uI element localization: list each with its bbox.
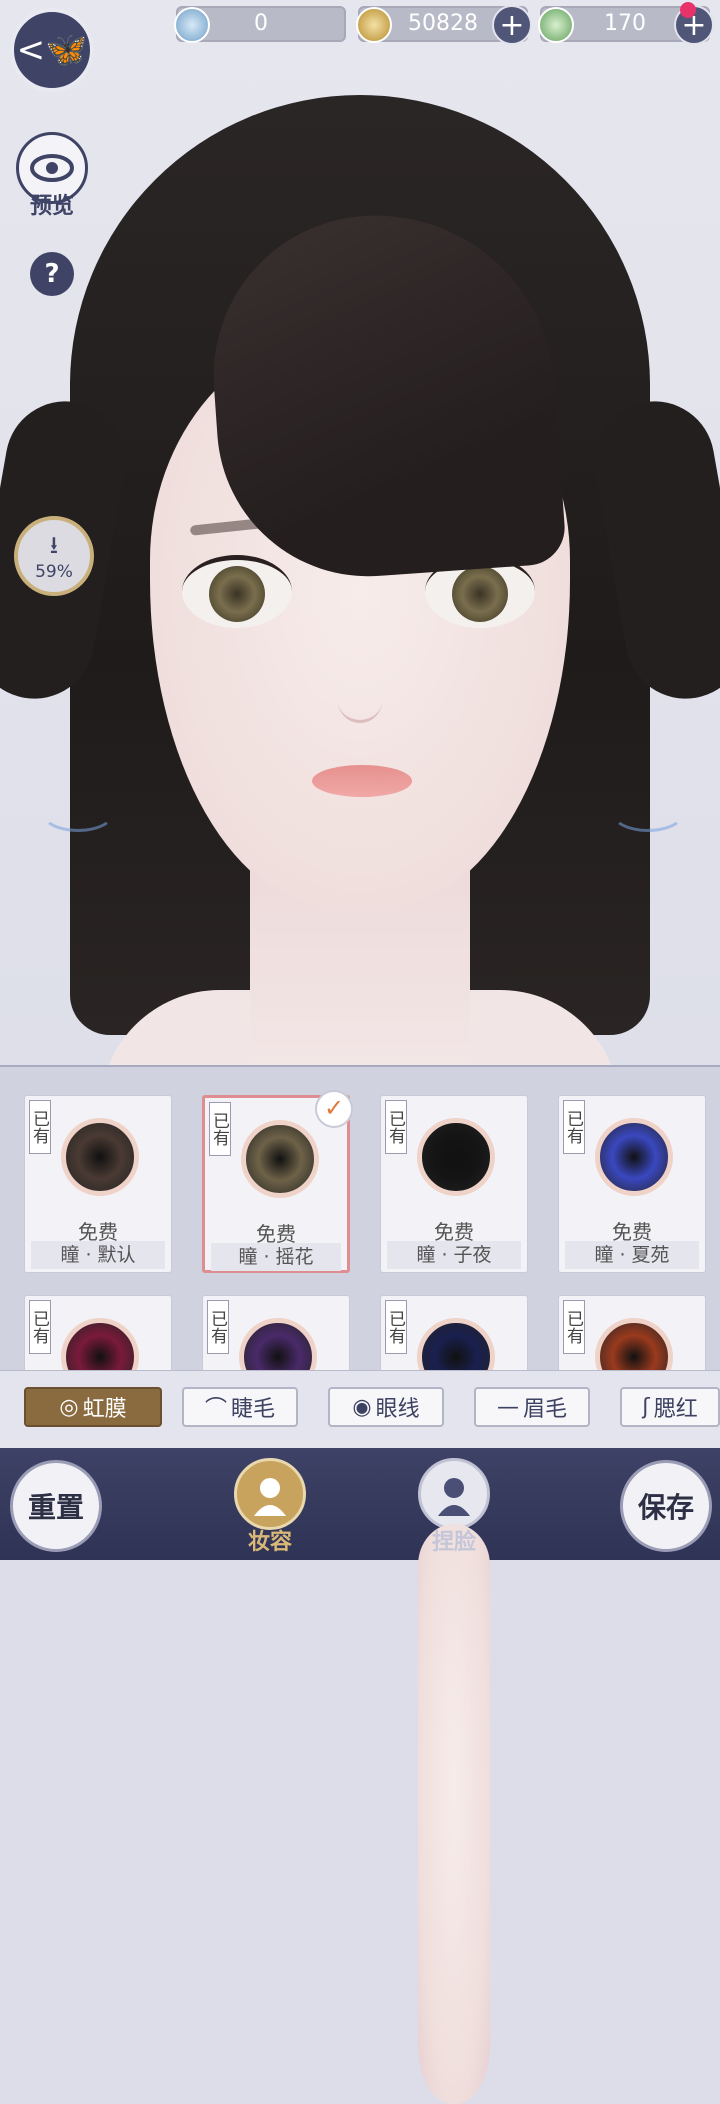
owned-tag: 已有 [29,1100,51,1154]
character-lips [312,765,412,797]
tab-eyeliner[interactable]: ◉ 眼线 [328,1387,444,1427]
face-mode-label: 捏脸 [418,1524,490,2104]
face-portrait-icon [438,1478,470,1516]
help-button[interactable]: ? [30,252,74,296]
tab-eyebrow-icon: — [496,1394,519,1420]
item-name: 瞳 · 默认 [31,1241,165,1269]
tab-eyelash[interactable]: ⌒ 睫毛 [182,1387,298,1427]
owned-tag: 已有 [385,1300,407,1354]
iris-lens-icon [241,1120,319,1198]
tab-label: 虹膜 [82,1397,127,1422]
owned-tag: 已有 [563,1300,585,1354]
tab-label: 睫毛 [231,1397,276,1422]
iris-right [452,566,508,622]
face-mode-button[interactable] [418,1458,490,1530]
iris-lens-icon [417,1318,495,1372]
resource-jade: 0 [174,6,346,43]
item-card[interactable]: 已有 免费瞳 · 摇花 ✓ [202,1090,353,1273]
owned-tag: 已有 [385,1100,407,1154]
iris-lens-icon [595,1318,673,1372]
makeup-mode-label: 妆容 [247,1529,292,1555]
rotate-right-icon[interactable] [610,790,686,832]
iris-lens-icon [595,1118,673,1196]
item-card[interactable]: 已有 免费瞳 · 默认 [24,1095,172,1273]
iris-lens-icon [417,1118,495,1196]
preview-label: 预览 [29,194,74,219]
category-tabs: ◎ 虹膜 ⌒ 睫毛 ◉ 眼线 — 眉毛 ʃ 腮红 [0,1370,720,1449]
item-card[interactable]: 已有 [558,1295,706,1372]
bottom-bar: 重置 妆容 捏脸 保存 [0,1448,720,2104]
tab-label: 腮红 [653,1397,698,1422]
tab-label: 眼线 [375,1397,420,1422]
resource-copper: 50828 + [356,5,532,45]
save-button[interactable]: 保存 [620,1460,712,1552]
resource-stamina: 170 + [538,2,714,45]
owned-tag: 已有 [563,1100,585,1154]
item-name: 瞳 · 夏苑 [565,1241,699,1269]
download-progress[interactable]: ⭳ 59% [14,516,94,596]
tab-iris-icon: ◎ [59,1394,79,1420]
tab-eyeliner-icon: ◉ [352,1394,372,1420]
eye-left [182,555,292,628]
iris-lens-icon [239,1318,317,1372]
rotate-left-icon[interactable] [40,790,116,832]
owned-tag: 已有 [29,1300,51,1354]
iris-lens-icon [61,1118,139,1196]
tab-blush[interactable]: ʃ 腮红 [620,1387,720,1427]
item-card[interactable]: 已有 [24,1295,172,1372]
back-button[interactable]: <🦋 [10,8,94,92]
item-card[interactable]: 已有 免费瞳 · 子夜 [380,1095,528,1273]
iris-left [209,566,265,622]
item-grid[interactable]: 已有 免费瞳 · 默认 已有 免费瞳 · 摇花 ✓ 已有 免费瞳 · 子夜 已有 免费瞳 · 夏… [0,1065,720,1372]
add-copper-button[interactable]: + [492,5,532,45]
butterfly-back-icon: <🦋 [16,30,88,70]
tab-blush-icon: ʃ [642,1394,650,1420]
item-name: 瞳 · 子夜 [387,1241,521,1269]
makeup-mode-button[interactable] [234,1458,306,1530]
selected-check-icon: ✓ [315,1090,353,1128]
owned-tag: 已有 [209,1102,231,1156]
tab-iris[interactable]: ◎ 虹膜 [24,1387,162,1427]
tab-label: 眉毛 [522,1397,567,1422]
tab-eyelash-icon: ⌒ [204,1397,227,1422]
item-card[interactable]: 已有 [202,1295,350,1372]
notification-dot [680,2,696,18]
download-percent: 59% [35,562,73,582]
woman-portrait-icon [254,1478,286,1516]
item-card[interactable]: 已有 免费瞳 · 夏苑 [558,1095,706,1273]
iris-lens-icon [61,1318,139,1372]
owned-tag: 已有 [207,1300,229,1354]
reset-button[interactable]: 重置 [10,1460,102,1552]
eye-icon [30,154,74,182]
resource-jade-value: 0 [254,11,268,36]
character-viewport[interactable] [0,0,720,1065]
tab-eyebrow[interactable]: — 眉毛 [474,1387,590,1427]
item-name: 瞳 · 摇花 [211,1243,341,1271]
item-card[interactable]: 已有 [380,1295,528,1372]
